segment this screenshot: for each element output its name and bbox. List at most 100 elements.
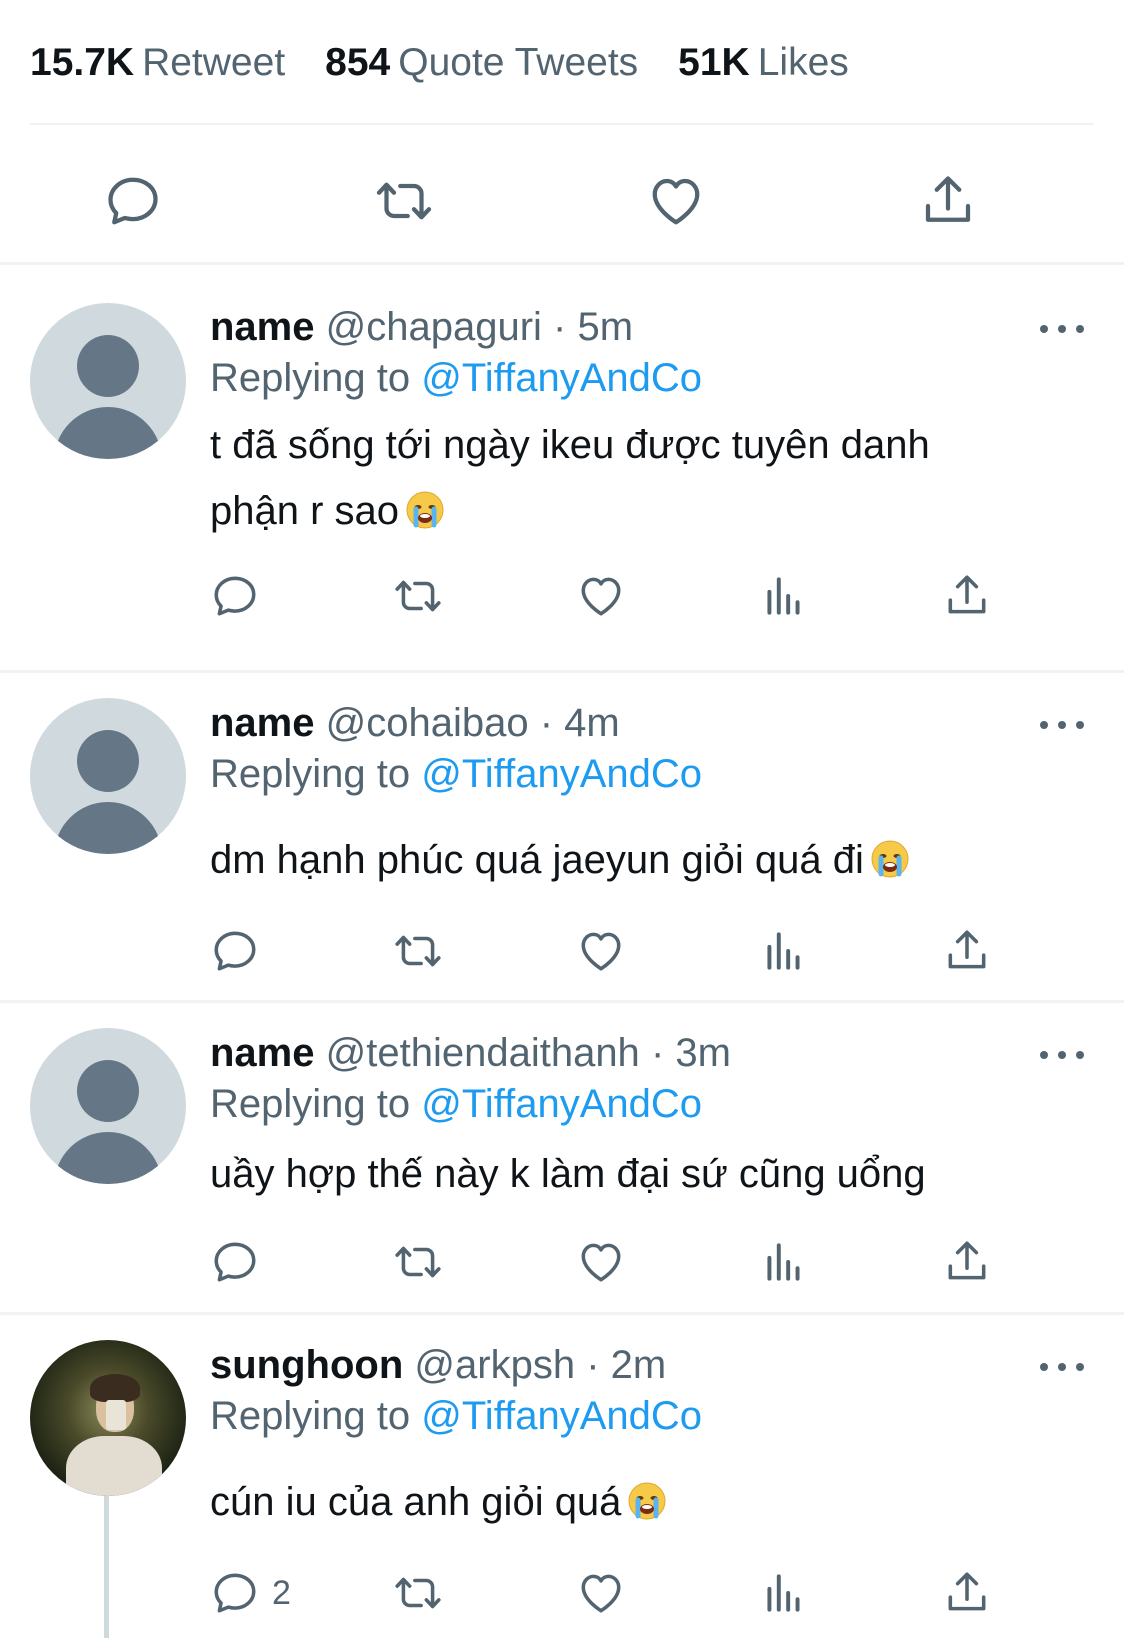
reply-icon xyxy=(210,1568,260,1618)
reply-header: name @chapaguri · 5m xyxy=(210,305,633,350)
handle[interactable]: @cohaibao xyxy=(326,701,529,745)
display-name[interactable]: name xyxy=(210,701,315,745)
crying-face-emoji xyxy=(405,490,445,530)
avatar[interactable] xyxy=(30,698,186,854)
more-options-button[interactable] xyxy=(1040,319,1084,339)
replying-to-label: Replying to xyxy=(210,1082,411,1126)
display-name[interactable]: name xyxy=(210,305,315,349)
reply-header: sunghoon @arkpsh · 2m xyxy=(210,1343,666,1388)
divider xyxy=(0,262,1124,265)
likes-label: Likes xyxy=(757,41,849,84)
share-button[interactable] xyxy=(942,568,992,624)
reply-action-bar xyxy=(0,568,1124,624)
reply-action-bar xyxy=(0,1234,1124,1290)
likes-count: 51K xyxy=(678,41,750,84)
views-button[interactable] xyxy=(759,568,809,624)
replying-to: Replying to @TiffanyAndCo xyxy=(210,1082,702,1127)
mention-link[interactable]: @TiffanyAndCo xyxy=(421,356,702,400)
reply-icon xyxy=(210,571,260,621)
avatar[interactable] xyxy=(30,1340,186,1496)
share-icon xyxy=(942,1237,992,1287)
crying-face-emoji xyxy=(870,839,910,879)
timestamp[interactable]: · 4m xyxy=(540,701,620,745)
tweet-stats: 15.7K Retweet 854 Quote Tweets 51K Likes xyxy=(30,28,889,98)
retweet-button[interactable] xyxy=(393,923,443,979)
avatar-placeholder-body xyxy=(54,407,162,459)
reply-button[interactable] xyxy=(210,1234,260,1290)
reply-button[interactable] xyxy=(210,923,260,979)
replying-to-label: Replying to xyxy=(210,752,411,796)
reply-icon xyxy=(210,926,260,976)
avatar[interactable] xyxy=(30,1028,186,1184)
reply-count: 2 xyxy=(272,1573,291,1612)
more-options-button[interactable] xyxy=(1040,1045,1084,1065)
tweet-text: t đã sống tới ngày ikeu được tuyên danh … xyxy=(210,412,1040,544)
retweet-button[interactable] xyxy=(368,165,440,237)
quote-tweets-count: 854 xyxy=(325,41,391,84)
like-button[interactable] xyxy=(576,1565,626,1621)
handle[interactable]: @chapaguri xyxy=(326,305,542,349)
retweet-stat[interactable]: 15.7K Retweet xyxy=(30,41,285,85)
retweet-count: 15.7K xyxy=(30,41,135,84)
quote-tweets-stat[interactable]: 854 Quote Tweets xyxy=(325,41,638,85)
mention-link[interactable]: @TiffanyAndCo xyxy=(421,1082,702,1126)
share-icon xyxy=(918,171,978,231)
tweet-text-line: phận r sao xyxy=(210,489,400,533)
heart-icon xyxy=(646,171,706,231)
heart-icon xyxy=(576,571,626,621)
display-name[interactable]: sunghoon xyxy=(210,1343,403,1387)
divider xyxy=(0,1312,1124,1315)
retweet-icon xyxy=(393,1568,443,1618)
views-icon xyxy=(759,926,809,976)
avatar-placeholder-head xyxy=(77,730,139,792)
more-options-button[interactable] xyxy=(1040,1357,1084,1377)
views-icon xyxy=(759,1237,809,1287)
views-button[interactable] xyxy=(759,923,809,979)
timestamp[interactable]: · 3m xyxy=(651,1031,731,1075)
share-button[interactable] xyxy=(942,1234,992,1290)
views-button[interactable] xyxy=(759,1234,809,1290)
retweet-icon xyxy=(374,171,434,231)
retweet-label: Retweet xyxy=(142,41,286,84)
retweet-button[interactable] xyxy=(393,1565,443,1621)
tweet-text-line: uầy hợp thế này k làm đại sứ cũng uổng xyxy=(210,1152,926,1196)
reply-action-bar xyxy=(0,923,1124,979)
tweet-text-line-with-emoji: cún iu của anh giỏi quá xyxy=(210,1469,1040,1535)
retweet-icon xyxy=(393,1237,443,1287)
share-button[interactable] xyxy=(912,165,984,237)
reply-button[interactable] xyxy=(210,568,260,624)
likes-stat[interactable]: 51K Likes xyxy=(678,41,849,85)
avatar-photo-detail xyxy=(90,1374,140,1402)
timestamp[interactable]: · 5m xyxy=(553,305,633,349)
mention-link[interactable]: @TiffanyAndCo xyxy=(421,1394,702,1438)
retweet-button[interactable] xyxy=(393,568,443,624)
avatar[interactable] xyxy=(30,303,186,459)
retweet-button[interactable] xyxy=(393,1234,443,1290)
more-options-button[interactable] xyxy=(1040,715,1084,735)
mention-link[interactable]: @TiffanyAndCo xyxy=(421,752,702,796)
heart-icon xyxy=(576,1568,626,1618)
reply-header: name @cohaibao · 4m xyxy=(210,701,620,746)
like-button[interactable] xyxy=(576,1234,626,1290)
reply-button[interactable]: 2 xyxy=(210,1565,291,1621)
handle[interactable]: @tethiendaithanh xyxy=(326,1031,640,1075)
handle[interactable]: @arkpsh xyxy=(414,1343,575,1387)
tweet-text-line-with-emoji: phận r sao xyxy=(210,478,1040,544)
avatar-placeholder-head xyxy=(77,335,139,397)
share-button[interactable] xyxy=(942,1565,992,1621)
tweet-text-line: cún iu của anh giỏi quá xyxy=(210,1480,622,1524)
views-button[interactable] xyxy=(759,1565,809,1621)
like-button[interactable] xyxy=(640,165,712,237)
tweet-text-line: dm hạnh phúc quá jaeyun giỏi quá đi xyxy=(210,838,864,882)
replying-to-label: Replying to xyxy=(210,1394,411,1438)
quote-tweets-label: Quote Tweets xyxy=(398,41,639,84)
replying-to: Replying to @TiffanyAndCo xyxy=(210,752,702,797)
heart-icon xyxy=(576,926,626,976)
reply-icon xyxy=(210,1237,260,1287)
display-name[interactable]: name xyxy=(210,1031,315,1075)
like-button[interactable] xyxy=(576,923,626,979)
like-button[interactable] xyxy=(576,568,626,624)
share-button[interactable] xyxy=(942,923,992,979)
reply-button[interactable] xyxy=(97,165,169,237)
timestamp[interactable]: · 2m xyxy=(586,1343,666,1387)
